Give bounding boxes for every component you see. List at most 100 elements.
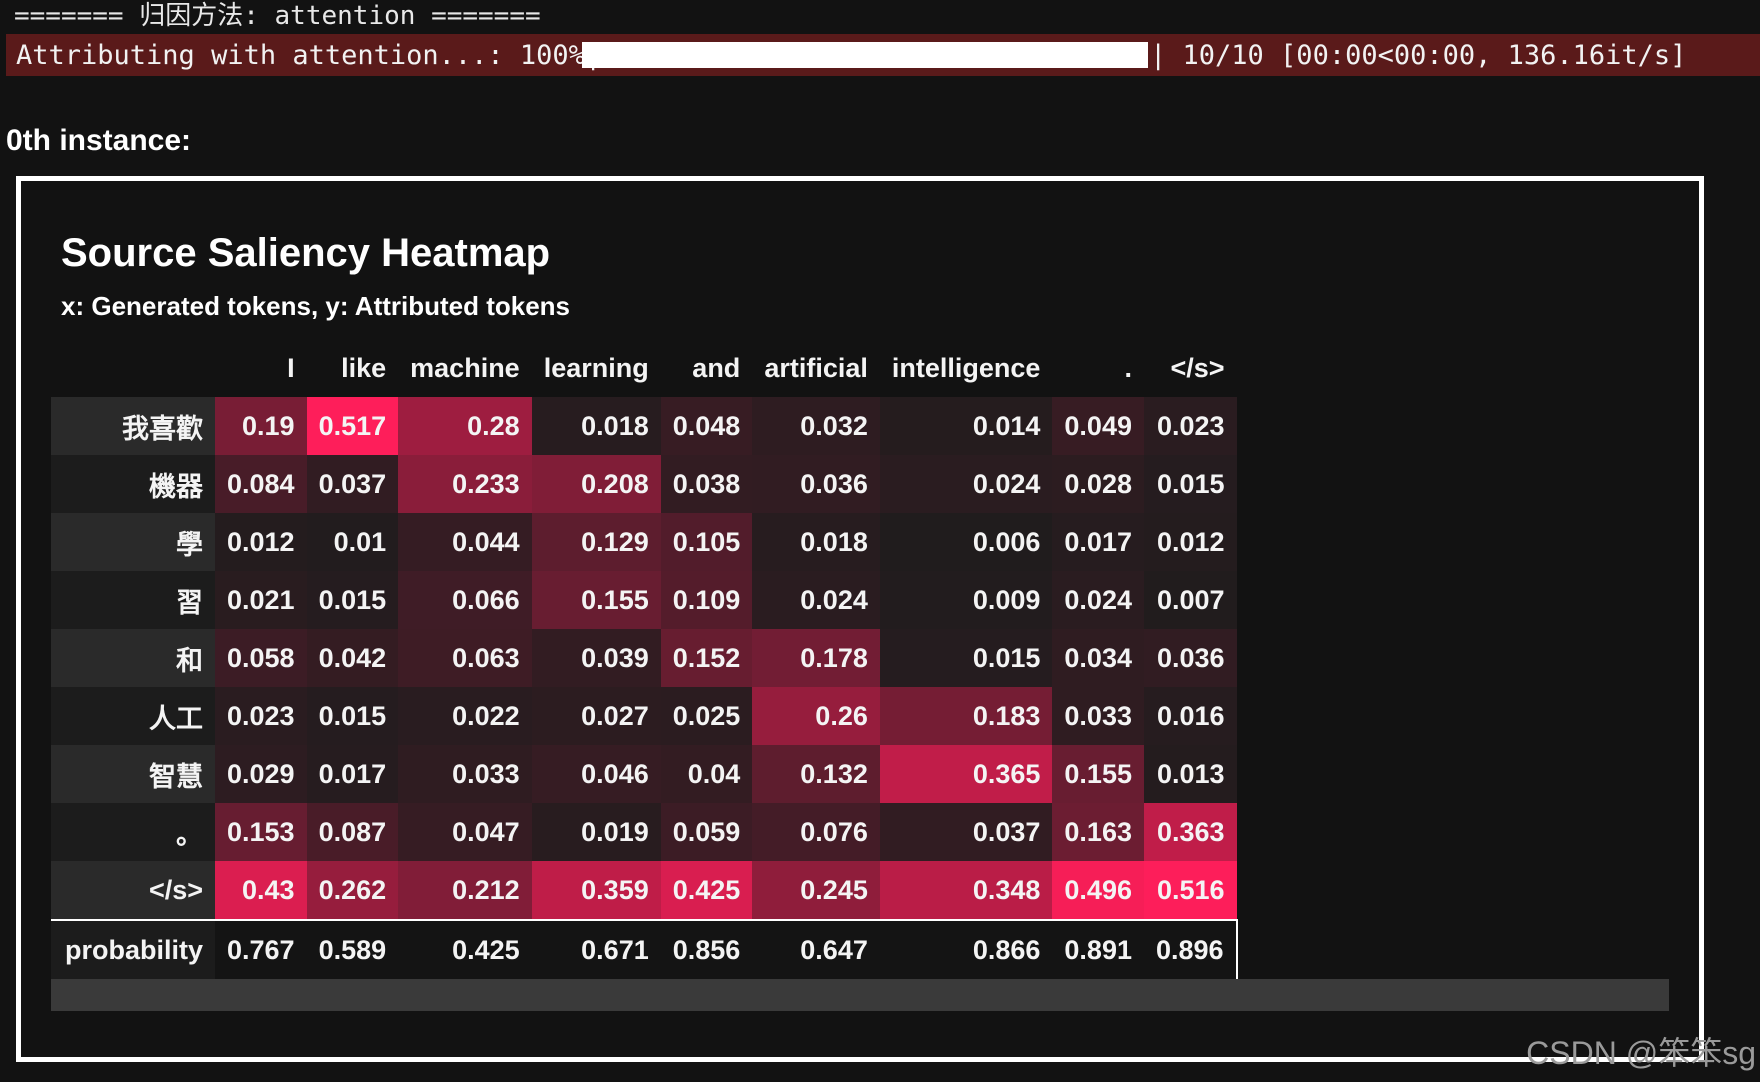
heatmap-cell: 0.018	[752, 513, 880, 571]
heatmap-cell: 0.063	[398, 629, 532, 687]
heatmap-header-row: Ilike machine learning and artificial intelli…	[51, 339, 1237, 397]
heatmap-cell: 0.015	[1143, 455, 1237, 513]
heatmap-cell: 0.425	[660, 861, 753, 920]
heatmap-cell: 0.049	[1052, 397, 1144, 455]
probability-cell: 0.856	[660, 919, 753, 979]
probability-cell: 0.589	[306, 919, 399, 979]
heatmap-row: 學 0.012 0.01 0.044 0.129 0.105 0.018 0.006 0.017…	[51, 513, 1237, 571]
heatmap-cell: 0.037	[306, 455, 399, 513]
probability-label: probability	[51, 919, 215, 979]
column-header: .	[1124, 352, 1132, 383]
row-label: 習	[51, 571, 215, 629]
column-header: </s>	[1170, 352, 1225, 383]
heatmap-cell: 0.152	[660, 629, 753, 687]
heatmap-cell: 0.015	[306, 571, 399, 629]
row-label: </s>	[51, 861, 215, 920]
heatmap-cell: 0.109	[660, 571, 753, 629]
row-label: 我喜歡	[51, 397, 215, 455]
heatmap-cell: 0.007	[1143, 571, 1237, 629]
panel-subtitle: x: Generated tokens, y: Attributed token…	[61, 291, 571, 321]
heatmap-cell: 0.024	[752, 571, 880, 629]
heatmap-cell: 0.076	[752, 803, 880, 861]
row-label: 。	[51, 803, 215, 861]
heatmap-corner	[51, 339, 215, 397]
heatmap-cell: 0.019	[531, 803, 661, 861]
heatmap-cell: 0.006	[879, 513, 1053, 571]
heatmap-cell: 0.084	[215, 455, 307, 513]
row-label: 智慧	[51, 745, 215, 803]
heatmap-cell: 0.087	[306, 803, 399, 861]
progress-fill	[582, 42, 1148, 68]
heatmap-cell: 0.155	[531, 571, 661, 629]
heatmap-cell: 0.01	[306, 513, 399, 571]
heatmap-cell: 0.023	[1143, 397, 1237, 455]
heatmap-cell: 0.129	[531, 513, 661, 571]
heatmap-cell: 0.365	[879, 745, 1053, 803]
row-label: 機器	[51, 455, 215, 513]
heatmap-cell: 0.19	[215, 397, 307, 455]
heatmap-cell: 0.027	[531, 687, 661, 745]
heatmap-cell: 0.359	[531, 861, 661, 920]
heatmap-cell: 0.105	[660, 513, 753, 571]
heatmap-row: </s> 0.43 0.262 0.212 0.359 0.425 0.245 0.348 0.…	[51, 861, 1237, 920]
heatmap-cell: 0.039	[531, 629, 661, 687]
heatmap-cell: 0.013	[1143, 745, 1237, 803]
heatmap-cell: 0.024	[879, 455, 1053, 513]
heatmap-cell: 0.212	[398, 861, 532, 920]
progress-status: | 10/10 [00:00<00:00, 136.16it/s]	[1150, 40, 1686, 72]
heatmap-row: 習 0.021 0.015 0.066 0.155 0.109 0.024 0.009 0.02…	[51, 571, 1237, 629]
heatmap-cell: 0.348	[879, 861, 1053, 920]
progress-bar	[582, 42, 1148, 68]
probability-row: probability 0.767 0.589 0.425 0.671 0.856 0.64…	[51, 919, 1238, 979]
heatmap-cell: 0.516	[1143, 861, 1237, 920]
heatmap-cell: 0.26	[752, 687, 880, 745]
heatmap-cell: 0.037	[879, 803, 1053, 861]
heatmap-cell: 0.036	[752, 455, 880, 513]
heatmap-cell: 0.517	[306, 397, 399, 455]
heatmap-cell: 0.363	[1143, 803, 1237, 861]
heatmap-cell: 0.014	[879, 397, 1053, 455]
column-header: like	[341, 352, 387, 383]
probability-cell: 0.866	[879, 919, 1053, 979]
heatmap-cell: 0.017	[1052, 513, 1144, 571]
heatmap-row: 人工 0.023 0.015 0.022 0.027 0.025 0.26 0.183 0.03…	[51, 687, 1237, 745]
heatmap-cell: 0.132	[752, 745, 880, 803]
heatmap-cell: 0.163	[1052, 803, 1144, 861]
heatmap-cell: 0.015	[306, 687, 399, 745]
heatmap-cell: 0.032	[752, 397, 880, 455]
watermark: CSDN @笨笨sg	[1526, 1035, 1756, 1071]
column-header: machine	[410, 352, 520, 383]
heatmap-cell: 0.28	[398, 397, 532, 455]
heatmap-cell: 0.262	[306, 861, 399, 920]
progress-status-text: 10/10 [00:00<00:00, 136.16it/s]	[1166, 40, 1687, 71]
horizontal-scrollbar[interactable]	[51, 979, 1669, 1011]
progress-label: Attributing with attention...: 100%|	[16, 40, 602, 71]
heatmap-cell: 0.033	[1052, 687, 1144, 745]
probability-cell: 0.425	[398, 919, 532, 979]
heatmap-cell: 0.048	[660, 397, 753, 455]
heatmap-cell: 0.029	[215, 745, 307, 803]
panel-title: Source Saliency Heatmap	[61, 231, 551, 275]
heatmap-cell: 0.046	[531, 745, 661, 803]
heatmap-cell: 0.012	[1143, 513, 1237, 571]
progress-row: Attributing with attention...: 100%| | 1…	[6, 34, 1760, 76]
heatmap-cell: 0.153	[215, 803, 307, 861]
heatmap-cell: 0.058	[215, 629, 307, 687]
heatmap-cell: 0.04	[660, 745, 753, 803]
heatmap-cell: 0.025	[660, 687, 753, 745]
heatmap-cell: 0.009	[879, 571, 1053, 629]
heatmap-cell: 0.012	[215, 513, 307, 571]
saliency-heatmap: Ilike machine learning and artificial intelli…	[51, 339, 1238, 979]
heatmap-cell: 0.015	[879, 629, 1053, 687]
heatmap-cell: 0.021	[215, 571, 307, 629]
heatmap-row: 。 0.153 0.087 0.047 0.019 0.059 0.076 0.037 0.16…	[51, 803, 1237, 861]
heatmap-cell: 0.496	[1052, 861, 1144, 920]
heatmap-row: 我喜歡 0.19 0.517 0.28 0.018 0.048 0.032 0.014 0.04…	[51, 397, 1237, 455]
heatmap-cell: 0.178	[752, 629, 880, 687]
column-header: learning	[543, 352, 649, 383]
heatmap-cell: 0.033	[398, 745, 532, 803]
probability-cell: 0.647	[752, 919, 880, 979]
heatmap-cell: 0.43	[215, 861, 307, 920]
heatmap-cell: 0.022	[398, 687, 532, 745]
heatmap-cell: 0.018	[531, 397, 661, 455]
